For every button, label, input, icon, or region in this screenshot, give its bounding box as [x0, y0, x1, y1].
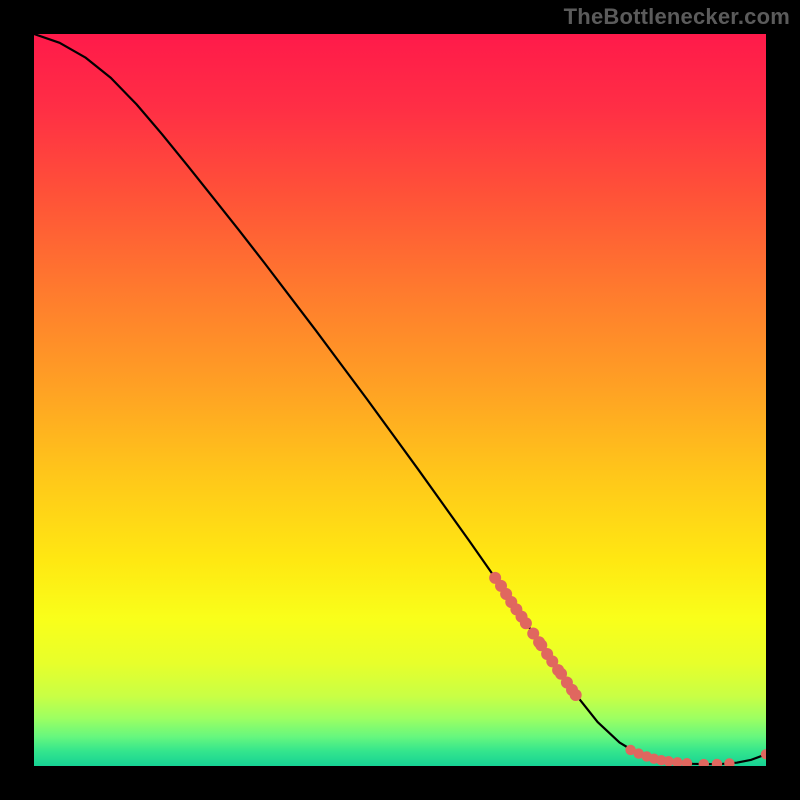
marker-point [663, 756, 673, 766]
chart-stage: TheBottleneсker.com [0, 0, 800, 800]
gradient-background [34, 34, 766, 766]
marker-point [570, 689, 582, 701]
plot-area [34, 34, 766, 766]
plot-svg [34, 34, 766, 766]
watermark-text: TheBottleneсker.com [564, 4, 790, 30]
marker-point [520, 617, 532, 629]
